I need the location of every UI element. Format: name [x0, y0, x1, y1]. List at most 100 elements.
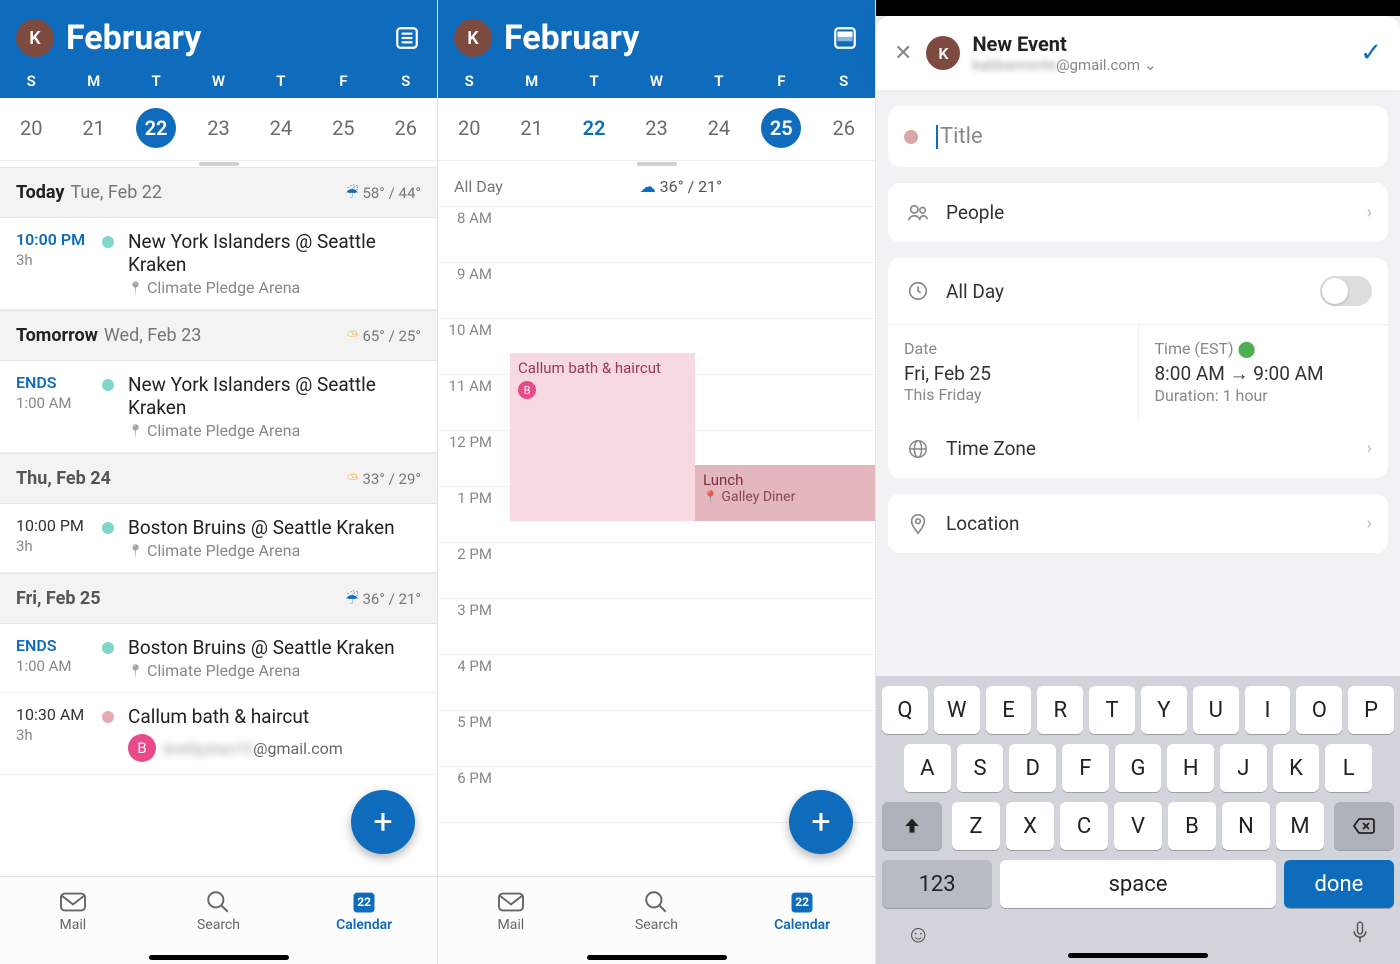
- tab-search[interactable]: Search: [173, 887, 263, 933]
- chevron-right-icon: ›: [1367, 513, 1372, 534]
- time-label: Time (EST) ⬤: [1155, 339, 1373, 358]
- date-cell[interactable]: 21: [500, 108, 562, 148]
- date-cell[interactable]: 25: [750, 108, 812, 148]
- date-cell[interactable]: 22: [125, 108, 187, 148]
- date-cell[interactable]: 26: [375, 108, 437, 148]
- key-l[interactable]: L: [1325, 744, 1372, 792]
- key-q[interactable]: Q: [882, 686, 928, 734]
- month-title[interactable]: February: [66, 18, 393, 58]
- date-cell[interactable]: 22: [563, 108, 625, 148]
- key-u[interactable]: U: [1193, 686, 1239, 734]
- all-day-row[interactable]: All Day ☁︎ 36° / 21°: [438, 167, 875, 207]
- calendar-event-block[interactable]: Lunch📍 Galley Diner: [695, 465, 875, 521]
- home-indicator[interactable]: [1068, 953, 1208, 958]
- hour-row[interactable]: 2 PM: [438, 543, 875, 599]
- hour-row[interactable]: 9 AM: [438, 263, 875, 319]
- date-cell[interactable]: 23: [187, 108, 249, 148]
- allday-toggle[interactable]: [1320, 276, 1372, 306]
- key-n[interactable]: N: [1222, 802, 1270, 850]
- timezone-row[interactable]: Time Zone ›: [888, 419, 1388, 478]
- weather-text: ⛅︎ 33° / 29°: [347, 470, 421, 488]
- key-y[interactable]: Y: [1141, 686, 1187, 734]
- key-f[interactable]: F: [1062, 744, 1109, 792]
- key-c[interactable]: C: [1060, 802, 1108, 850]
- tab-search[interactable]: Search: [611, 887, 701, 933]
- done-key[interactable]: done: [1284, 860, 1394, 908]
- title-input-row[interactable]: Title: [888, 106, 1388, 167]
- agenda-event-row[interactable]: 10:00 PM3hNew York Islanders @ Seattle K…: [0, 218, 437, 310]
- new-event-fab[interactable]: +: [351, 790, 415, 854]
- calendar-color-dot[interactable]: [904, 130, 918, 144]
- allday-row[interactable]: All Day: [888, 258, 1388, 325]
- key-i[interactable]: I: [1245, 686, 1291, 734]
- time-picker[interactable]: Time (EST) ⬤ 8:00 AM → 9:00 AM Duration:…: [1139, 325, 1389, 419]
- tab-mail-label: Mail: [498, 917, 525, 933]
- key-b[interactable]: B: [1168, 802, 1216, 850]
- hour-row[interactable]: 3 PM: [438, 599, 875, 655]
- agenda-event-row[interactable]: ENDS1:00 AMBoston Bruins @ Seattle Krake…: [0, 624, 437, 693]
- key-a[interactable]: A: [904, 744, 951, 792]
- date-cell[interactable]: 25: [312, 108, 374, 148]
- tab-mail[interactable]: Mail: [28, 887, 118, 933]
- save-check-icon[interactable]: ✓: [1360, 38, 1382, 68]
- day-timeline[interactable]: All Day ☁︎ 36° / 21° 8 AM9 AM10 AM11 AM1…: [438, 167, 875, 876]
- hour-row[interactable]: 4 PM: [438, 655, 875, 711]
- tab-search-label: Search: [197, 917, 240, 933]
- key-t[interactable]: T: [1089, 686, 1135, 734]
- key-x[interactable]: X: [1006, 802, 1054, 850]
- agenda-view-icon[interactable]: [393, 24, 421, 52]
- home-indicator[interactable]: [149, 955, 289, 960]
- location-row[interactable]: Location ›: [888, 494, 1388, 553]
- home-indicator[interactable]: [587, 955, 727, 960]
- key-z[interactable]: Z: [952, 802, 1000, 850]
- day-view-icon[interactable]: [831, 24, 859, 52]
- mic-key[interactable]: [1350, 920, 1370, 949]
- key-k[interactable]: K: [1273, 744, 1320, 792]
- people-row[interactable]: People ›: [888, 183, 1388, 242]
- date-cell[interactable]: 26: [813, 108, 875, 148]
- numbers-key[interactable]: 123: [882, 860, 992, 908]
- agenda-event-row[interactable]: 10:00 PM3hBoston Bruins @ Seattle Kraken…: [0, 504, 437, 573]
- backspace-key[interactable]: [1334, 802, 1394, 850]
- key-o[interactable]: O: [1296, 686, 1342, 734]
- date-cell[interactable]: 24: [688, 108, 750, 148]
- key-r[interactable]: R: [1037, 686, 1083, 734]
- key-j[interactable]: J: [1220, 744, 1267, 792]
- emoji-key[interactable]: ☺: [906, 920, 931, 949]
- key-g[interactable]: G: [1115, 744, 1162, 792]
- key-w[interactable]: W: [934, 686, 980, 734]
- close-icon[interactable]: ✕: [894, 41, 912, 66]
- calendar-event-block[interactable]: Callum bath & haircutB: [510, 353, 695, 521]
- tab-calendar[interactable]: 22 Calendar: [319, 887, 409, 933]
- agenda-list[interactable]: TodayTue, Feb 22☔︎ 58° / 44°10:00 PM3hNe…: [0, 167, 437, 876]
- account-avatar[interactable]: K: [16, 19, 54, 57]
- account-email[interactable]: kabbamonte@gmail.com ⌄: [972, 56, 1156, 74]
- hour-row[interactable]: 8 AM: [438, 207, 875, 263]
- key-p[interactable]: P: [1348, 686, 1394, 734]
- space-key[interactable]: space: [1000, 860, 1276, 908]
- key-d[interactable]: D: [1009, 744, 1056, 792]
- account-avatar[interactable]: K: [454, 19, 492, 57]
- key-m[interactable]: M: [1276, 802, 1324, 850]
- title-input[interactable]: Title: [936, 124, 1372, 149]
- tab-mail[interactable]: Mail: [466, 887, 556, 933]
- date-cell[interactable]: 23: [625, 108, 687, 148]
- month-title[interactable]: February: [504, 18, 831, 58]
- date-cell[interactable]: 21: [62, 108, 124, 148]
- new-event-fab[interactable]: +: [789, 790, 853, 854]
- date-cell[interactable]: 24: [250, 108, 312, 148]
- date-picker[interactable]: Date Fri, Feb 25 This Friday: [888, 325, 1139, 419]
- key-s[interactable]: S: [957, 744, 1004, 792]
- shift-key[interactable]: [882, 802, 942, 850]
- key-v[interactable]: V: [1114, 802, 1162, 850]
- hour-row[interactable]: 5 PM: [438, 711, 875, 767]
- tab-calendar[interactable]: 22 Calendar: [757, 887, 847, 933]
- key-e[interactable]: E: [986, 686, 1032, 734]
- agenda-event-row[interactable]: ENDS1:00 AMNew York Islanders @ Seattle …: [0, 361, 437, 453]
- account-avatar[interactable]: K: [926, 36, 960, 70]
- keyboard[interactable]: QWERTYUIOP ASDFGHJKL ZXCVBNM 123 space d…: [876, 676, 1400, 964]
- date-cell[interactable]: 20: [438, 108, 500, 148]
- date-cell[interactable]: 20: [0, 108, 62, 148]
- agenda-event-row[interactable]: 10:30 AM3hCallum bath & haircutBbrettjul…: [0, 693, 437, 775]
- key-h[interactable]: H: [1167, 744, 1214, 792]
